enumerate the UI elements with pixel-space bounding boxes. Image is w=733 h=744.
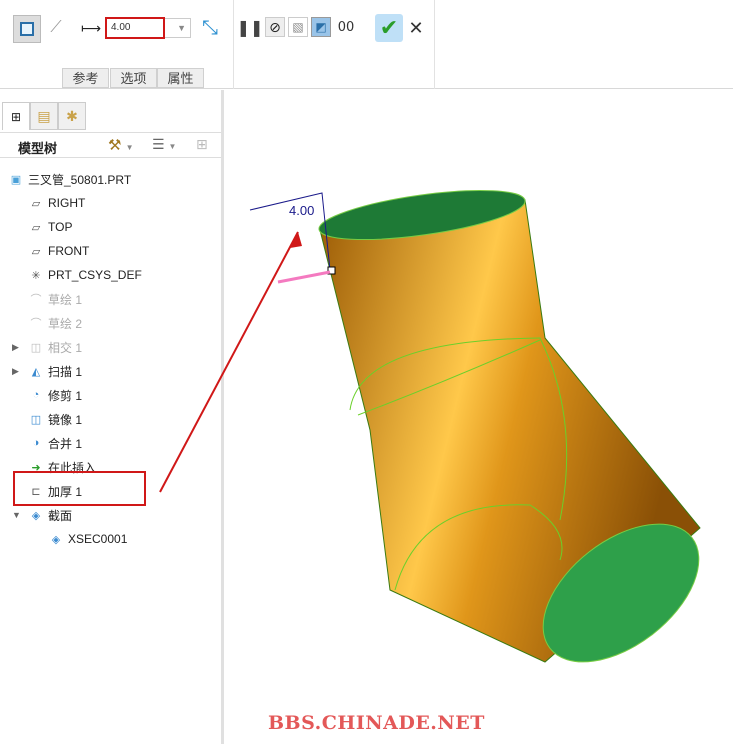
tree-item-label: 合并 1 — [48, 436, 83, 451]
insert-here-icon: ➜ — [31, 461, 41, 474]
tree-item-label: FRONT — [48, 244, 90, 258]
flip-direction-button[interactable]: ⤡ — [198, 16, 222, 40]
tree-item-label: 截面 — [48, 508, 73, 523]
drag-handle — [327, 266, 336, 275]
solid-icon — [20, 22, 34, 36]
csys-icon: ✳ — [31, 269, 41, 282]
tree-item-label: 修剪 1 — [48, 388, 83, 403]
remove-material-button[interactable]: ⟋ — [45, 17, 67, 39]
filter-tree-icon[interactable]: ⊞ — [196, 136, 208, 153]
tree-item[interactable]: ▱ TOP — [28, 216, 73, 238]
tree-item-label: RIGHT — [48, 196, 86, 210]
direction-arrow — [277, 270, 331, 284]
thicken-icon: ⊏ — [31, 485, 41, 498]
tree-item[interactable]: ▱ FRONT — [28, 240, 90, 262]
divider — [434, 0, 435, 89]
tree-item-label: 草绘 2 — [48, 316, 83, 331]
verify-glasses-button[interactable]: 𝟢𝟢 — [335, 17, 357, 37]
mirror-icon: ◫ — [30, 413, 42, 426]
tree-item-label: 在此插入 — [48, 460, 97, 475]
no-preview-button[interactable]: ⊘ — [265, 17, 285, 37]
tree-item[interactable]: ▶ ◭ 扫描 1 — [12, 360, 83, 382]
tree-item-label: PRT_CSYS_DEF — [48, 268, 142, 282]
tree-item[interactable]: ⌒ 草绘 1 — [28, 288, 83, 310]
expand-toggle[interactable]: ▼ — [12, 510, 21, 520]
divider — [233, 0, 234, 89]
thickness-dropdown[interactable]: ▼ — [165, 18, 191, 38]
show-list-icon[interactable]: ☰ ▼ — [152, 136, 176, 153]
dimension-label: 4.00 — [289, 203, 314, 218]
tree-item[interactable]: ◔ 修剪 1 — [28, 384, 82, 406]
cancel-x-button[interactable]: ✕ — [406, 18, 426, 38]
tree-item-label: TOP — [48, 220, 73, 234]
tab-references[interactable]: 参考 — [62, 68, 109, 88]
merge-icon: ◑ — [32, 437, 40, 449]
tab-properties[interactable]: 属性 — [157, 68, 204, 88]
thickness-dimension[interactable]: 4.00 — [249, 192, 336, 284]
tree-item-label: XSEC0001 — [68, 532, 128, 546]
tree-item-label: 草绘 1 — [48, 292, 83, 307]
tree-item-label: 相交 1 — [48, 340, 83, 355]
preview-joined-button[interactable]: ◩ — [311, 17, 331, 37]
xsec-icon: ◈ — [51, 533, 61, 546]
tree-item[interactable]: ✳ PRT_CSYS_DEF — [28, 264, 142, 286]
tree-item[interactable]: ▼ ◈ 截面 — [12, 504, 73, 526]
preview-separate-button[interactable]: ▧ — [288, 17, 308, 37]
pipe-model[interactable] — [316, 181, 724, 690]
thicken-solid-button[interactable] — [13, 15, 41, 43]
tab-folder-browser[interactable]: ▤ — [30, 102, 58, 130]
tree-item-label: 加厚 1 — [48, 484, 83, 499]
datum-plane-icon: ▱ — [31, 221, 41, 234]
tree-item[interactable]: ▣ 三叉管_50801.PRT — [8, 168, 131, 190]
tree-item[interactable]: ◑ 合并 1 — [28, 432, 82, 454]
watermark: BBS.CHINADE.NET — [268, 712, 485, 734]
tree-item-label: 镜像 1 — [48, 412, 83, 427]
tree-item-label: 扫描 1 — [48, 364, 83, 379]
sweep-icon: ◭ — [31, 365, 41, 378]
tree-title: 模型树 — [18, 141, 58, 156]
part-icon: ▣ — [10, 173, 22, 186]
tree-item[interactable]: ◫ 镜像 1 — [28, 408, 82, 430]
tree-item[interactable]: ▶ ◫ 相交 1 — [12, 336, 83, 358]
ok-check-button[interactable]: ✔ — [375, 14, 403, 42]
settings-tools-icon[interactable]: ⚒ ▼ — [108, 136, 134, 154]
tree-header: 模型树 ⚒ ▼ ☰ ▼ ⊞ — [0, 132, 221, 158]
tree-item-label: 三叉管_50801.PRT — [28, 172, 132, 187]
thickness-dimension-icon: ⟼ — [80, 19, 102, 36]
expand-toggle[interactable]: ▶ — [12, 366, 19, 377]
sketch-icon: ⌒ — [30, 318, 42, 330]
tree-item[interactable]: ▱ RIGHT — [28, 192, 86, 214]
intersect-icon: ◫ — [30, 341, 42, 354]
pause-button[interactable]: ❚❚ — [237, 18, 264, 38]
tab-model-tree[interactable]: ⊞ — [2, 102, 30, 130]
model-tree-panel: ⊞ ▤ ✱ 模型树 ⚒ ▼ ☰ ▼ ⊞ ▣ 三叉管_50801.PRT ▱ RIGHT… — [0, 90, 224, 744]
datum-plane-icon: ▱ — [31, 197, 41, 210]
tree-item[interactable]: ◈ XSEC0001 — [48, 528, 128, 550]
section-icon: ◈ — [31, 509, 41, 522]
thickness-input[interactable]: 4.00 — [105, 17, 165, 39]
datum-plane-icon: ▱ — [31, 245, 41, 258]
tab-options[interactable]: 选项 — [110, 68, 157, 88]
sketch-icon: ⌒ — [30, 294, 42, 306]
tab-favorites[interactable]: ✱ — [58, 102, 86, 130]
trim-icon: ◔ — [32, 389, 40, 401]
ribbon: ⟋ ⟼ 4.00 ▼ ⤡ 参考 选项 属性 ❚❚ ⊘ ▧ ◩ 𝟢𝟢 ✔ ✕ — [0, 0, 733, 89]
expand-toggle[interactable]: ▶ — [12, 342, 19, 353]
tree-item[interactable]: ➜ 在此插入 — [28, 456, 96, 478]
tree-item[interactable]: ⌒ 草绘 2 — [28, 312, 83, 334]
tree-item[interactable]: ⊏ 加厚 1 — [28, 480, 82, 502]
